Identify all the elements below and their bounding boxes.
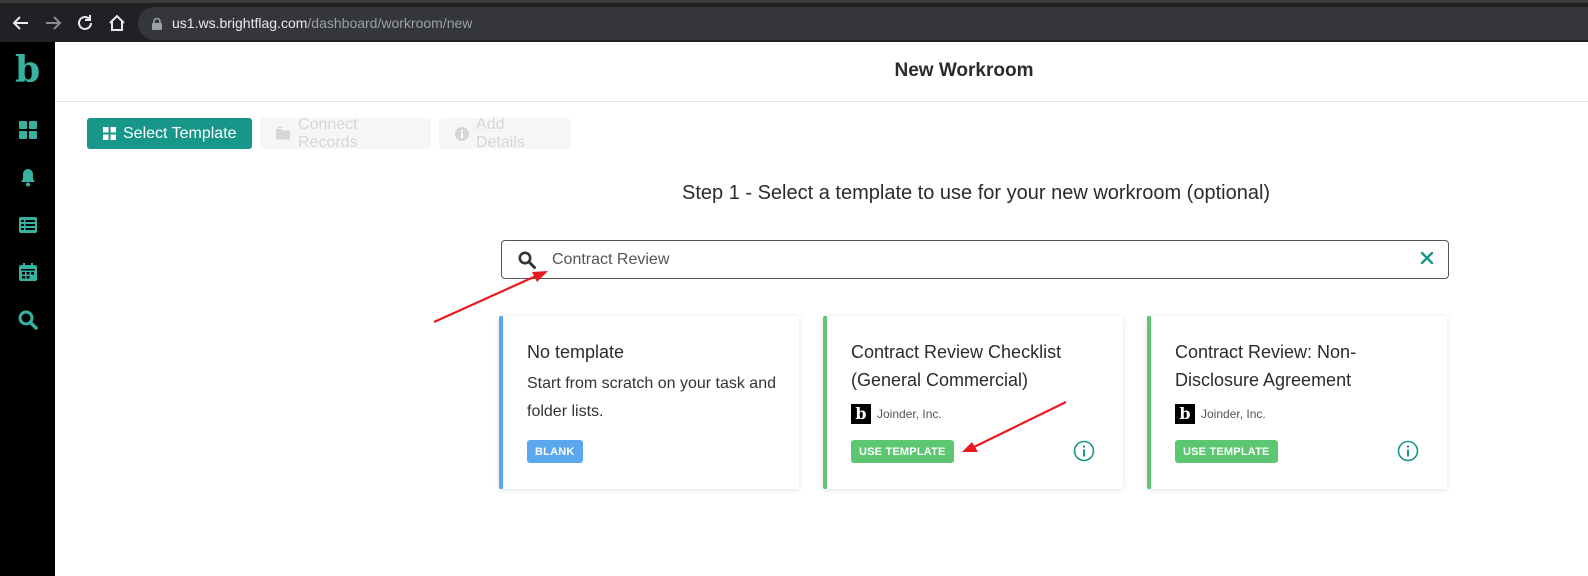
grid-icon: [103, 127, 116, 140]
template-card-commercial[interactable]: Contract Review Checklist (General Comme…: [823, 316, 1123, 489]
step-label: Add Details: [476, 115, 525, 151]
org-logo: b: [851, 404, 871, 424]
info-icon: [455, 126, 469, 141]
lock-icon: [152, 17, 162, 35]
step-label: Connect Records: [298, 115, 358, 151]
use-template-button[interactable]: USE TEMPLATE: [1175, 440, 1278, 463]
sidebar: b: [0, 42, 55, 576]
clear-icon[interactable]: [1420, 251, 1434, 270]
template-search[interactable]: [501, 240, 1449, 279]
step-title: Step 1 - Select a template to use for yo…: [682, 182, 1271, 204]
main-content: New Workroom Select Template Connect Rec…: [55, 42, 1588, 576]
home-icon[interactable]: [106, 12, 128, 34]
folder-icon: [276, 127, 291, 140]
search-icon[interactable]: [17, 309, 39, 331]
list-icon[interactable]: [17, 214, 39, 236]
card-description: Start from scratch on your task and fold…: [527, 375, 776, 420]
browser-toolbar: us1.ws.brightflag.com/dashboard/workroom…: [0, 0, 1588, 42]
template-card-nda[interactable]: Contract Review: Non-Disclosure Agreemen…: [1147, 316, 1447, 489]
template-card-blank[interactable]: No template Start from scratch on your t…: [499, 316, 799, 489]
search-icon: [518, 251, 536, 274]
info-circle-icon[interactable]: [1397, 440, 1419, 467]
page-header: New Workroom: [55, 42, 1588, 102]
dashboard-grid-icon[interactable]: [17, 119, 39, 141]
url-path: /dashboard/workroom/new: [307, 15, 473, 31]
step-select-template[interactable]: Select Template: [87, 118, 252, 149]
org-info: b Joinder, Inc.: [1175, 404, 1266, 424]
info-circle-icon[interactable]: [1073, 440, 1095, 467]
url-domain: us1.ws.brightflag.com: [172, 15, 308, 31]
page-title: New Workroom: [894, 60, 1034, 81]
search-input[interactable]: [552, 249, 1392, 271]
forward-icon[interactable]: [42, 12, 64, 34]
card-title: Contract Review: Non-Disclosure Agreemen…: [1175, 342, 1357, 390]
blank-badge[interactable]: BLANK: [527, 440, 583, 463]
address-bar[interactable]: us1.ws.brightflag.com/dashboard/workroom…: [138, 7, 1588, 40]
org-info: b Joinder, Inc.: [851, 404, 942, 424]
calendar-icon[interactable]: [17, 261, 39, 283]
url-text: us1.ws.brightflag.com/dashboard/workroom…: [172, 15, 472, 31]
reload-icon[interactable]: [74, 12, 96, 34]
org-name: Joinder, Inc.: [877, 407, 942, 421]
step-label: Select Template: [123, 124, 237, 142]
org-logo: b: [1175, 404, 1195, 424]
bell-icon[interactable]: [17, 166, 39, 188]
card-title: No template: [527, 342, 625, 362]
org-name: Joinder, Inc.: [1201, 407, 1266, 421]
step-connect-records[interactable]: Connect Records: [260, 115, 431, 151]
card-title: Contract Review Checklist (General Comme…: [851, 342, 1062, 390]
step-add-details[interactable]: Add Details: [439, 115, 571, 151]
back-icon[interactable]: [10, 12, 32, 34]
use-template-button[interactable]: USE TEMPLATE: [851, 440, 954, 463]
brand-logo[interactable]: b: [15, 52, 40, 88]
